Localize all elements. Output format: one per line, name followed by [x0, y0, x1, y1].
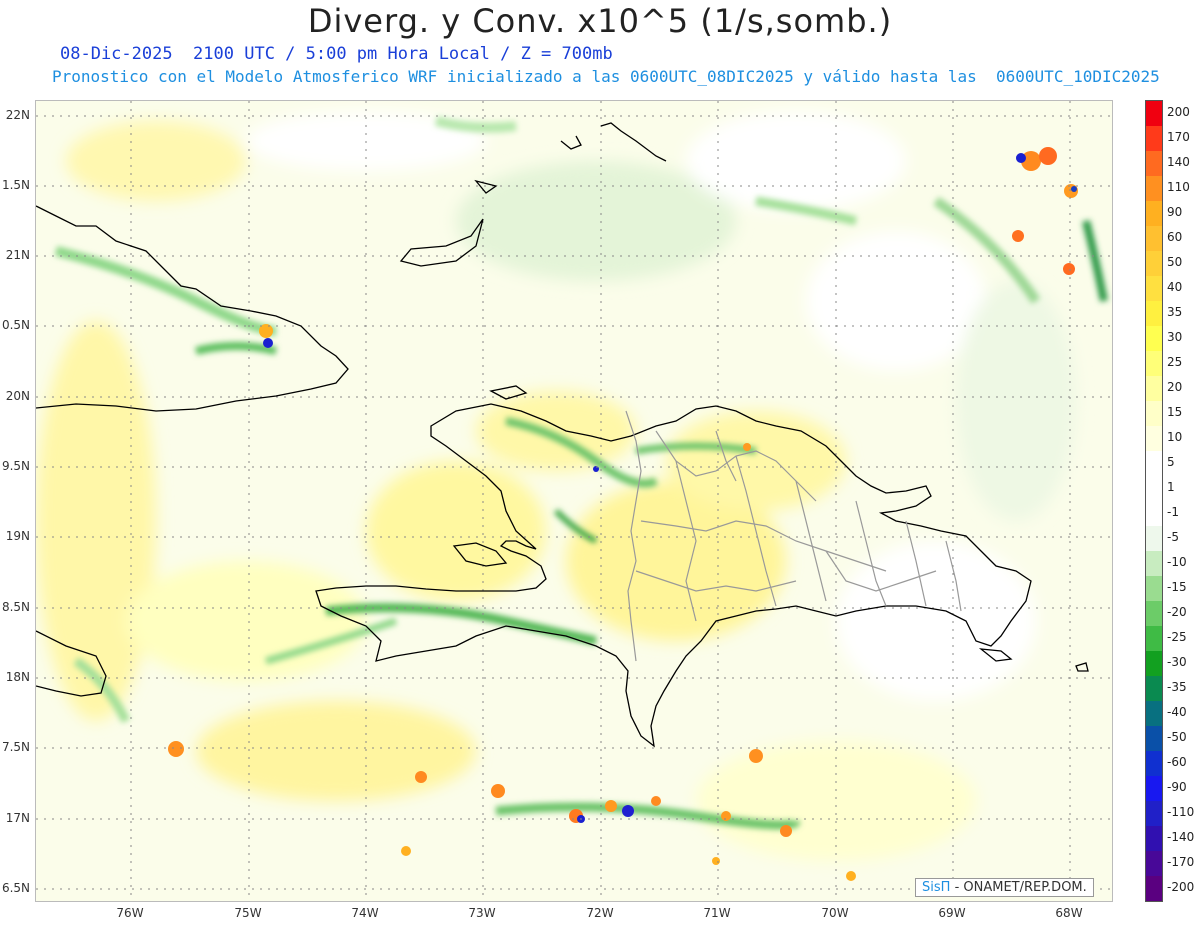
lon-label: 72W	[586, 906, 614, 920]
credit-text: - ONAMET/REP.DOM.	[954, 880, 1087, 895]
colorbar-tick-label: 35	[1167, 304, 1183, 319]
credit-badge: SisΠ - ONAMET/REP.DOM.	[915, 878, 1094, 897]
lat-label: 22N	[5, 108, 30, 122]
colorbar-tick-label: -50	[1167, 729, 1187, 744]
colorbar-tick-label: -30	[1167, 654, 1187, 669]
lat-label: 18N	[5, 670, 30, 684]
colorbar-swatch	[1146, 776, 1162, 801]
colorbar-tick-label: -35	[1167, 679, 1187, 694]
colorbar-tick-label: -140	[1167, 829, 1195, 844]
colorbar-tick-label: 15	[1167, 404, 1183, 419]
colorbar-swatch	[1146, 526, 1162, 551]
colorbar-swatch	[1146, 826, 1162, 851]
colorbar-tick-label: 1	[1167, 479, 1175, 494]
colorbar-swatch	[1146, 576, 1162, 601]
lat-label: 1.5N	[1, 178, 30, 192]
forecast-time-subtitle: 08-Dic-2025 2100 UTC / 5:00 pm Hora Loca…	[60, 44, 613, 64]
colorbar-tick-label: 140	[1167, 154, 1190, 169]
colorbar-tick-label: -110	[1167, 804, 1195, 819]
colorbar-tick-label: 110	[1167, 179, 1190, 194]
colorbar-tick-label: 10	[1167, 429, 1183, 444]
colorbar-tick-label: -15	[1167, 579, 1187, 594]
colorbar-swatch	[1146, 301, 1162, 326]
divergence-field-map	[36, 101, 1112, 901]
lat-label: 8.5N	[1, 600, 30, 614]
sispi-logo: SisΠ	[922, 880, 951, 895]
lat-label: 6.5N	[1, 881, 30, 895]
colorbar-swatch	[1146, 651, 1162, 676]
colorbar-tick-label: 90	[1167, 204, 1183, 219]
lon-label: 73W	[468, 906, 496, 920]
lon-label: 69W	[938, 906, 966, 920]
colorbar-tick-label: 200	[1167, 104, 1190, 119]
colorbar-swatch	[1146, 601, 1162, 626]
colorbar-tick-label: -90	[1167, 779, 1187, 794]
colorbar-swatch	[1146, 351, 1162, 376]
colorbar-swatch	[1146, 151, 1162, 176]
colorbar-swatch	[1146, 426, 1162, 451]
colorbar-swatch	[1146, 201, 1162, 226]
lon-label: 71W	[703, 906, 731, 920]
colorbar-swatch	[1146, 751, 1162, 776]
colorbar-tick-label: 5	[1167, 454, 1175, 469]
colorbar-tick-label: 50	[1167, 254, 1183, 269]
lon-label: 68W	[1055, 906, 1083, 920]
colorbar-tick-label: 20	[1167, 379, 1183, 394]
colorbar-tick-label: -25	[1167, 629, 1187, 644]
map-panel	[35, 100, 1113, 902]
colorbar-tick-label: -170	[1167, 854, 1195, 869]
colorbar-swatch	[1146, 226, 1162, 251]
colorbar-tick-label: -10	[1167, 554, 1187, 569]
colorbar-swatch	[1146, 451, 1162, 476]
colorbar-tick-label: 25	[1167, 354, 1183, 369]
lat-label: 17N	[5, 811, 30, 825]
lat-label: 0.5N	[1, 318, 30, 332]
colorbar-swatch	[1146, 401, 1162, 426]
colorbar-tick-label: -60	[1167, 754, 1187, 769]
colorbar	[1145, 100, 1163, 902]
colorbar-swatch	[1146, 801, 1162, 826]
colorbar-tick-label: -5	[1167, 529, 1179, 544]
colorbar-swatch	[1146, 501, 1162, 526]
colorbar-swatch	[1146, 551, 1162, 576]
colorbar-tick-label: 30	[1167, 329, 1183, 344]
colorbar-swatch	[1146, 876, 1162, 901]
colorbar-swatch	[1146, 376, 1162, 401]
colorbar-tick-label: 170	[1167, 129, 1190, 144]
colorbar-tick-label: -200	[1167, 879, 1195, 894]
colorbar-swatch	[1146, 176, 1162, 201]
lon-label: 70W	[821, 906, 849, 920]
model-info-subtitle: Pronostico con el Modelo Atmosferico WRF…	[52, 67, 1160, 86]
colorbar-swatch	[1146, 126, 1162, 151]
colorbar-tick-label: 40	[1167, 279, 1183, 294]
lat-label: 21N	[5, 248, 30, 262]
lat-label: 20N	[5, 389, 30, 403]
lat-label: 9.5N	[1, 459, 30, 473]
colorbar-swatch	[1146, 726, 1162, 751]
colorbar-swatch	[1146, 476, 1162, 501]
lon-label: 76W	[116, 906, 144, 920]
colorbar-swatch	[1146, 251, 1162, 276]
lon-label: 74W	[351, 906, 379, 920]
colorbar-tick-label: -1	[1167, 504, 1179, 519]
lon-label: 75W	[234, 906, 262, 920]
colorbar-swatch	[1146, 101, 1162, 126]
colorbar-swatch	[1146, 326, 1162, 351]
colorbar-swatch	[1146, 701, 1162, 726]
colorbar-tick-label: -40	[1167, 704, 1187, 719]
lat-label: 19N	[5, 529, 30, 543]
colorbar-tick-label: -20	[1167, 604, 1187, 619]
chart-title: Diverg. y Conv. x10^5 (1/s,somb.)	[307, 2, 893, 40]
lat-label: 7.5N	[1, 740, 30, 754]
colorbar-swatch	[1146, 676, 1162, 701]
colorbar-swatch	[1146, 626, 1162, 651]
colorbar-swatch	[1146, 851, 1162, 876]
colorbar-tick-label: 60	[1167, 229, 1183, 244]
colorbar-swatch	[1146, 276, 1162, 301]
